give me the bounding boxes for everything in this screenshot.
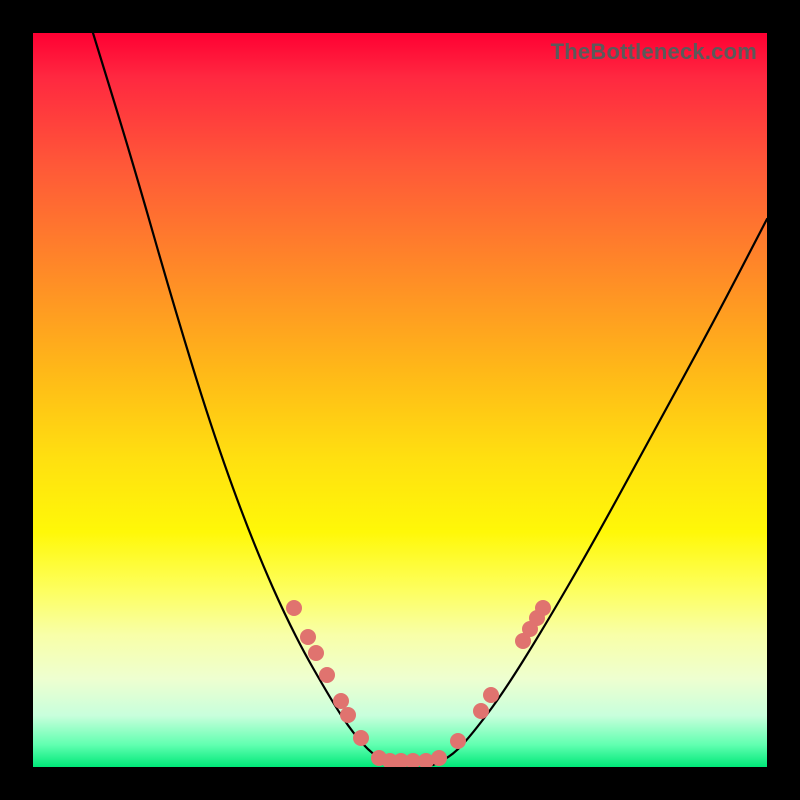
chart-frame: TheBottleneck.com (0, 0, 800, 800)
data-marker (450, 733, 466, 749)
data-marker (308, 645, 324, 661)
right-curve (433, 219, 767, 765)
data-marker (473, 703, 489, 719)
plot-area: TheBottleneck.com (33, 33, 767, 767)
data-marker (319, 667, 335, 683)
data-marker (431, 750, 447, 766)
data-marker (286, 600, 302, 616)
chart-svg (33, 33, 767, 767)
left-curve (93, 33, 393, 765)
data-marker (483, 687, 499, 703)
data-marker (340, 707, 356, 723)
data-marker (300, 629, 316, 645)
data-marker (353, 730, 369, 746)
marker-group (286, 600, 551, 767)
data-marker (535, 600, 551, 616)
data-marker (333, 693, 349, 709)
